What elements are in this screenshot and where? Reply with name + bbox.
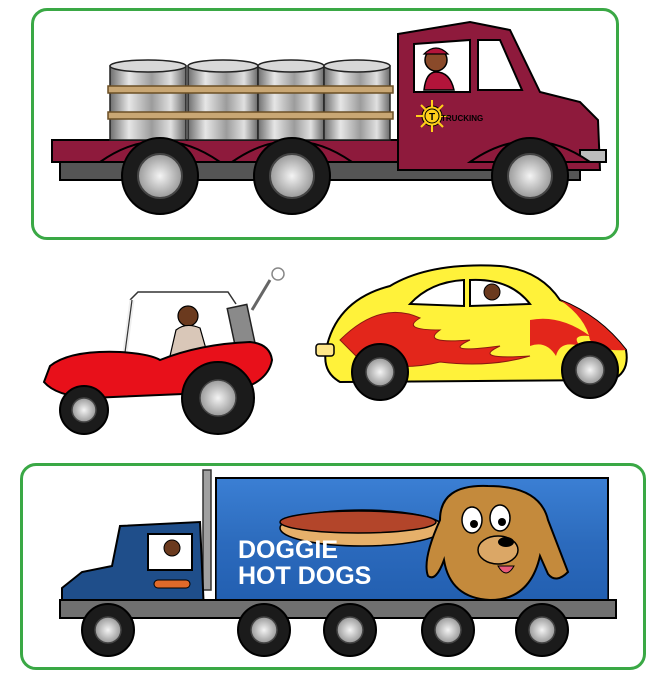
buckets <box>109 59 391 141</box>
illustration: T TRUCKING DOGGIE HOT DOGS <box>42 20 628 657</box>
buggy-driver <box>177 305 199 327</box>
wood-rail-lower <box>107 111 394 120</box>
golf-ball <box>271 267 285 281</box>
wood-rail-upper <box>107 85 394 94</box>
trailer-text-line1: DOGGIE <box>238 536 338 564</box>
beetle-car <box>315 264 628 401</box>
trucking-logo-letter: T <box>429 112 435 123</box>
hotdog-semi-truck: DOGGIE HOT DOGS <box>59 469 617 657</box>
trailer-text-line2: HOT DOGS <box>238 562 371 590</box>
exhaust-stack <box>202 469 212 591</box>
trucking-logo-text: TRUCKING <box>441 114 483 123</box>
flatbed-truck: T TRUCKING <box>51 20 607 215</box>
dune-buggy <box>42 267 285 435</box>
